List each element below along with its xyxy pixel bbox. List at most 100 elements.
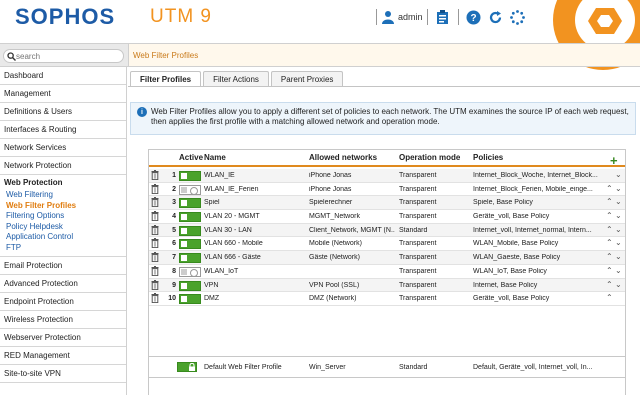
profile-name[interactable]: WLAN_IE bbox=[204, 172, 304, 179]
sidebar-item-web-protection[interactable]: Web Protection bbox=[4, 178, 126, 187]
column-header-active[interactable]: Active bbox=[179, 153, 203, 162]
add-profile-button[interactable]: + bbox=[610, 153, 618, 168]
active-toggle[interactable] bbox=[179, 225, 201, 238]
divider bbox=[426, 9, 428, 25]
help-icon[interactable]: ? bbox=[466, 9, 482, 25]
move-up-icon[interactable]: ⌃ bbox=[606, 211, 613, 220]
sidebar-item-wireless-protection[interactable]: Wireless Protection bbox=[0, 311, 126, 329]
profile-name[interactable]: DMZ bbox=[204, 295, 304, 302]
active-toggle[interactable] bbox=[179, 253, 201, 265]
move-down-icon[interactable]: ⌄ bbox=[615, 238, 622, 247]
move-down-icon[interactable]: ⌄ bbox=[615, 197, 622, 206]
trash-icon[interactable] bbox=[151, 170, 159, 182]
sidebar-item-red-management[interactable]: RED Management bbox=[0, 347, 126, 365]
move-up-icon[interactable]: ⌃ bbox=[606, 238, 613, 247]
sidebar-subitem-filtering-options[interactable]: Filtering Options bbox=[4, 211, 126, 222]
sidebar-item-webserver-protection[interactable]: Webserver Protection bbox=[0, 329, 126, 347]
sidebar-item-network-protection[interactable]: Network Protection bbox=[0, 157, 126, 175]
sidebar-item-interfaces-routing[interactable]: Interfaces & Routing bbox=[0, 121, 126, 139]
move-down-icon[interactable]: ⌄ bbox=[615, 280, 622, 289]
sidebar-item-endpoint-protection[interactable]: Endpoint Protection bbox=[0, 293, 126, 311]
move-up-icon[interactable]: ⌃ bbox=[606, 197, 613, 206]
clipboard-icon[interactable] bbox=[435, 9, 451, 25]
profile-name[interactable]: WLAN_IoT bbox=[204, 268, 304, 275]
active-toggle[interactable] bbox=[179, 294, 201, 306]
trash-icon[interactable] bbox=[151, 211, 159, 223]
active-toggle[interactable] bbox=[179, 171, 201, 183]
trash-icon[interactable] bbox=[151, 252, 159, 264]
active-toggle[interactable] bbox=[179, 184, 201, 197]
table-row[interactable]: 10 DMZ DMZ (Network) Transparent Geräte_voll… bbox=[149, 292, 625, 306]
policies: WLAN_IoT, Base Policy bbox=[473, 267, 547, 275]
active-toggle[interactable] bbox=[179, 198, 201, 210]
move-down-icon[interactable]: ⌄ bbox=[615, 211, 622, 220]
trash-icon[interactable] bbox=[151, 183, 159, 196]
table-row[interactable]: 1 WLAN_IE iPhone Jonas Transparent Internet_… bbox=[149, 169, 625, 183]
table-row[interactable]: 8 WLAN_IoT Transparent WLAN_IoT, Base Polic… bbox=[149, 265, 625, 279]
trash-icon[interactable] bbox=[151, 238, 159, 250]
profile-name[interactable]: Spiel bbox=[204, 199, 304, 206]
sidebar-subitem-ftp[interactable]: FTP bbox=[4, 243, 126, 254]
profile-name[interactable]: WLAN_IE_Ferien bbox=[204, 186, 304, 193]
table-row[interactable]: 3 Spiel Spielerechner Transparent Spiele, Ba… bbox=[149, 196, 625, 211]
sidebar-subitem-policy-helpdesk[interactable]: Policy Helpdesk bbox=[4, 222, 126, 233]
search-input[interactable] bbox=[16, 51, 116, 61]
table-row[interactable]: 6 VLAN 660 - Mobile Mobile (Network) Transp… bbox=[149, 237, 625, 252]
table-row[interactable]: 5 VLAN 30 - LAN Client_Network, MGMT (N...… bbox=[149, 223, 625, 238]
profile-name[interactable]: VLAN 666 - Gäste bbox=[204, 254, 304, 261]
brand-logo-text: SOPHOS bbox=[15, 4, 116, 29]
trash-icon[interactable] bbox=[151, 279, 159, 292]
sidebar-subitem-web-filter-profiles[interactable]: Web Filter Profiles bbox=[4, 201, 126, 212]
move-down-icon[interactable]: ⌄ bbox=[615, 252, 622, 261]
sidebar-item-site-to-site-vpn[interactable]: Site-to-site VPN bbox=[0, 365, 126, 383]
tab-parent-proxies[interactable]: Parent Proxies bbox=[270, 71, 344, 86]
profile-name[interactable]: VLAN 20 - MGMT bbox=[204, 213, 304, 220]
trash-icon[interactable] bbox=[151, 224, 159, 237]
search-box[interactable] bbox=[3, 49, 124, 63]
move-down-icon[interactable]: ⌄ bbox=[615, 170, 622, 179]
user-menu[interactable]: admin bbox=[381, 10, 423, 24]
allowed-networks: DMZ (Network) bbox=[309, 295, 357, 303]
sidebar-subitem-web-filtering[interactable]: Web Filtering bbox=[4, 190, 126, 201]
move-up-icon[interactable]: ⌃ bbox=[606, 184, 613, 193]
refresh-icon[interactable] bbox=[488, 9, 504, 25]
active-toggle[interactable] bbox=[179, 266, 201, 279]
move-up-icon[interactable]: ⌃ bbox=[606, 225, 613, 234]
trash-icon[interactable] bbox=[151, 265, 159, 278]
column-header-name[interactable]: Name bbox=[204, 153, 226, 162]
move-up-icon[interactable]: ⌃ bbox=[606, 293, 613, 302]
column-header-policies[interactable]: Policies bbox=[473, 153, 503, 162]
active-toggle[interactable] bbox=[179, 280, 201, 293]
divider bbox=[376, 9, 377, 25]
sidebar-item-advanced-protection[interactable]: Advanced Protection bbox=[0, 275, 126, 293]
username: admin bbox=[398, 12, 423, 22]
trash-icon[interactable] bbox=[151, 197, 159, 209]
sidebar-item-network-services[interactable]: Network Services bbox=[0, 139, 126, 157]
info-text: Web Filter Profiles allow you to apply a… bbox=[151, 107, 629, 134]
table-row[interactable]: 2 WLAN_IE_Ferien iPhone Jonas Transparent In… bbox=[149, 183, 625, 197]
move-down-icon[interactable]: ⌄ bbox=[615, 266, 622, 275]
move-up-icon[interactable]: ⌃ bbox=[606, 252, 613, 261]
move-down-icon[interactable]: ⌄ bbox=[615, 184, 622, 193]
move-up-icon[interactable]: ⌃ bbox=[606, 266, 613, 275]
sidebar-subitem-application-control[interactable]: Application Control bbox=[4, 232, 126, 243]
profile-name[interactable]: VLAN 660 - Mobile bbox=[204, 240, 304, 247]
sidebar-item-email-protection[interactable]: Email Protection bbox=[0, 257, 126, 275]
table-row[interactable]: 7 VLAN 666 - Gäste Gäste (Network) Transpar… bbox=[149, 251, 625, 265]
trash-icon[interactable] bbox=[151, 293, 159, 305]
table-row[interactable]: 4 VLAN 20 - MGMT MGMT_Network Transparent Ge… bbox=[149, 210, 625, 224]
sidebar-item-management[interactable]: Management bbox=[0, 85, 126, 103]
move-up-icon[interactable]: ⌃ bbox=[606, 280, 613, 289]
move-down-icon[interactable]: ⌄ bbox=[615, 225, 622, 234]
table-row[interactable]: 9 VPN VPN Pool (SSL) Transparent Internet, B… bbox=[149, 278, 625, 293]
column-header-mode[interactable]: Operation mode bbox=[399, 153, 460, 162]
profile-name[interactable]: VLAN 30 - LAN bbox=[204, 227, 304, 234]
sidebar-item-dashboard[interactable]: Dashboard bbox=[0, 67, 126, 85]
column-header-networks[interactable]: Allowed networks bbox=[309, 153, 377, 162]
profile-name[interactable]: VPN bbox=[204, 282, 304, 289]
active-toggle[interactable] bbox=[179, 239, 201, 251]
tab-filter-actions[interactable]: Filter Actions bbox=[203, 71, 269, 86]
tab-filter-profiles[interactable]: Filter Profiles bbox=[130, 71, 202, 86]
active-toggle[interactable] bbox=[179, 212, 201, 224]
sidebar-item-definitions-users[interactable]: Definitions & Users bbox=[0, 103, 126, 121]
